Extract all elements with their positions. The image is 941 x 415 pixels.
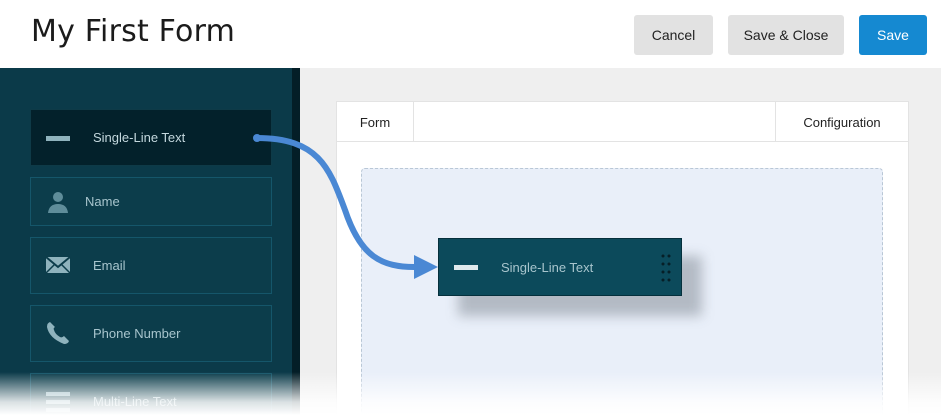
envelope-icon bbox=[45, 252, 71, 278]
dash-icon bbox=[45, 125, 71, 151]
palette-item-multi-line-text[interactable]: Multi-Line Text bbox=[30, 373, 272, 415]
sidebar-divider bbox=[292, 68, 300, 415]
page-title: My First Form bbox=[31, 14, 236, 49]
save-close-button[interactable]: Save & Close bbox=[728, 15, 844, 55]
palette-item-email[interactable]: Email bbox=[30, 237, 272, 294]
tab-form[interactable]: Form bbox=[337, 102, 414, 142]
dash-icon bbox=[453, 254, 479, 280]
dragged-field-label: Single-Line Text bbox=[501, 259, 594, 275]
tab-configuration[interactable]: Configuration bbox=[775, 102, 908, 142]
header: My First Form Cancel Save & Close Save bbox=[0, 0, 941, 68]
palette-item-label: Single-Line Text bbox=[93, 130, 186, 145]
phone-icon bbox=[45, 320, 71, 346]
tab-bar: Form Configuration bbox=[337, 102, 908, 142]
person-icon bbox=[45, 189, 71, 215]
palette-item-single-line-text[interactable]: Single-Line Text bbox=[30, 109, 272, 166]
palette-item-name[interactable]: Name bbox=[30, 177, 272, 226]
dragged-field-single-line-text[interactable]: Single-Line Text bbox=[438, 238, 682, 296]
palette-item-label: Email bbox=[93, 258, 126, 273]
palette-item-phone-number[interactable]: Phone Number bbox=[30, 305, 272, 362]
palette-item-label: Name bbox=[85, 194, 120, 209]
save-button[interactable]: Save bbox=[859, 15, 927, 55]
palette-item-label: Phone Number bbox=[93, 326, 181, 341]
cancel-button[interactable]: Cancel bbox=[634, 15, 713, 55]
lines-icon bbox=[45, 388, 71, 414]
palette-item-label: Multi-Line Text bbox=[93, 394, 177, 409]
drag-handle-icon[interactable] bbox=[661, 253, 671, 283]
